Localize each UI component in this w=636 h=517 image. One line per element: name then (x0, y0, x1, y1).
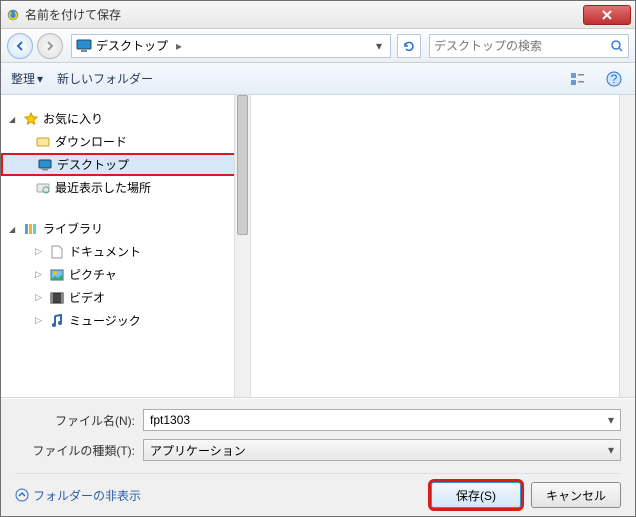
svg-text:?: ? (611, 72, 618, 86)
new-folder-button[interactable]: 新しいフォルダー (57, 70, 153, 87)
window-title: 名前を付けて保存 (25, 6, 583, 23)
breadcrumb-dropdown[interactable]: ▾ (372, 39, 386, 53)
tree-scrollbar[interactable] (234, 95, 250, 397)
library-icon (23, 221, 39, 237)
filetype-value: アプリケーション (150, 442, 246, 459)
chevron-down-icon: ▾ (37, 72, 43, 86)
caret-icon (35, 315, 45, 326)
chevron-down-icon: ▾ (608, 443, 614, 457)
tree-item-videos[interactable]: ビデオ (1, 286, 250, 309)
nav-row: デスクトップ ▸ ▾ (1, 29, 635, 63)
organize-menu[interactable]: 整理 ▾ (11, 70, 43, 87)
caret-icon (35, 292, 45, 303)
search-icon (610, 39, 624, 53)
breadcrumb[interactable]: デスクトップ ▸ ▾ (71, 34, 391, 58)
hide-folders-label: フォルダーの非表示 (33, 487, 141, 504)
filename-input[interactable]: fpt1303 ▾ (143, 409, 621, 431)
tree-label: ミュージック (69, 312, 141, 329)
document-icon (49, 244, 65, 260)
search-box[interactable] (429, 34, 629, 58)
tree-label: ドキュメント (69, 243, 141, 260)
tree-label: ビデオ (69, 289, 105, 306)
nav-tree: お気に入り ダウンロード デスクトップ 最近表示した場所 ライブ (1, 95, 251, 397)
tree-group-libraries[interactable]: ライブラリ (1, 217, 250, 240)
filename-row: ファイル名(N): fpt1303 ▾ (15, 409, 621, 431)
help-button[interactable]: ? (603, 68, 625, 90)
content-scrollbar[interactable] (619, 95, 635, 397)
desktop-icon (37, 157, 53, 173)
tree-item-music[interactable]: ミュージック (1, 309, 250, 332)
filetype-label: ファイルの種類(T): (15, 442, 135, 459)
tree-label: ライブラリ (43, 220, 103, 237)
video-icon (49, 290, 65, 306)
bottom-panel: ファイル名(N): fpt1303 ▾ ファイルの種類(T): アプリケーション… (1, 398, 635, 516)
filetype-row: ファイルの種類(T): アプリケーション ▾ (15, 439, 621, 461)
filename-label: ファイル名(N): (15, 412, 135, 429)
tree-group-favorites[interactable]: お気に入り (1, 107, 250, 130)
close-button[interactable] (583, 5, 631, 25)
tree-label: 最近表示した場所 (55, 179, 151, 196)
filename-value: fpt1303 (150, 413, 608, 427)
tree-item-downloads[interactable]: ダウンロード (1, 130, 250, 153)
tree-label: ダウンロード (55, 133, 127, 150)
tree-label: デスクトップ (57, 156, 129, 173)
caret-icon (9, 114, 19, 124)
cancel-button[interactable]: キャンセル (531, 482, 621, 508)
music-icon (49, 313, 65, 329)
back-button[interactable] (7, 33, 33, 59)
body: お気に入り ダウンロード デスクトップ 最近表示した場所 ライブ (1, 95, 635, 398)
file-list[interactable] (251, 95, 635, 397)
refresh-button[interactable] (397, 34, 421, 58)
tree-item-pictures[interactable]: ピクチャ (1, 263, 250, 286)
filetype-select[interactable]: アプリケーション ▾ (143, 439, 621, 461)
tree-label: お気に入り (43, 110, 103, 127)
star-icon (23, 111, 39, 127)
save-as-dialog: 名前を付けて保存 デスクトップ ▸ ▾ (0, 0, 636, 517)
download-icon (35, 134, 51, 150)
tree-item-documents[interactable]: ドキュメント (1, 240, 250, 263)
tree-label: ピクチャ (69, 266, 117, 283)
titlebar: 名前を付けて保存 (1, 1, 635, 29)
chevron-down-icon[interactable]: ▾ (608, 413, 614, 427)
view-options-button[interactable] (567, 68, 589, 90)
recent-icon (35, 180, 51, 196)
desktop-icon (76, 38, 92, 54)
chevron-up-icon (15, 488, 29, 502)
app-icon (5, 7, 21, 23)
actions-row: フォルダーの非表示 保存(S) キャンセル (15, 473, 621, 508)
tree-item-desktop[interactable]: デスクトップ (1, 153, 251, 176)
picture-icon (49, 267, 65, 283)
save-button[interactable]: 保存(S) (431, 482, 521, 508)
forward-button[interactable] (37, 33, 63, 59)
breadcrumb-location: デスクトップ (96, 37, 168, 54)
caret-icon (9, 224, 19, 234)
toolbar: 整理 ▾ 新しいフォルダー ? (1, 63, 635, 95)
search-input[interactable] (434, 39, 610, 53)
tree-item-recent[interactable]: 最近表示した場所 (1, 176, 250, 199)
chevron-right-icon[interactable]: ▸ (172, 39, 186, 53)
caret-icon (35, 246, 45, 257)
hide-folders-link[interactable]: フォルダーの非表示 (15, 487, 141, 504)
caret-icon (35, 269, 45, 280)
